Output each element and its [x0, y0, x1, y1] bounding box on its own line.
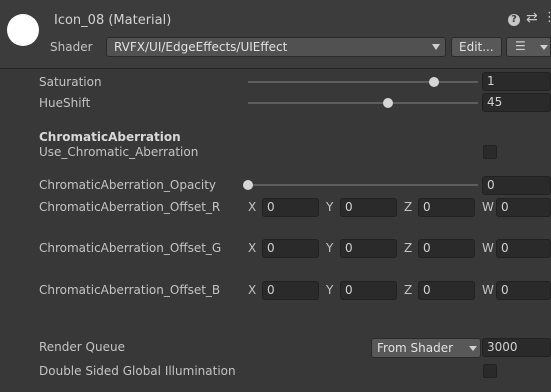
offset-b-y-input[interactable]: 0	[340, 281, 397, 300]
hueshift-slider-track[interactable]	[248, 102, 478, 104]
offset-r-y-label: Y	[326, 200, 334, 214]
offset-b-w-label: W	[482, 283, 494, 297]
presets-icon[interactable]: ⇄	[526, 10, 538, 26]
hueshift-label: HueShift	[39, 96, 91, 110]
material-header: Icon_08 (Material) ? ⇄ ⋮ Shader RVFX/UI/…	[0, 0, 551, 69]
offset-b-z-input[interactable]: 0	[418, 281, 475, 300]
offset-g-z-input[interactable]: 0	[418, 239, 475, 258]
offset-g-w-input[interactable]: 0	[496, 239, 551, 258]
render-queue-label: Render Queue	[39, 340, 125, 354]
edit-button-label: Edit...	[459, 40, 494, 54]
saturation-input[interactable]: 1	[482, 72, 551, 91]
saturation-slider-thumb[interactable]	[429, 77, 440, 87]
offset-r-y-input[interactable]: 0	[340, 198, 397, 217]
double-sided-gi-label: Double Sided Global Illumination	[39, 364, 236, 378]
offset-r-z-input[interactable]: 0	[418, 198, 475, 217]
chromatic-section-header: ChromaticAberration	[39, 130, 181, 144]
offset-g-label: ChromaticAberration_Offset_G	[39, 241, 222, 255]
opacity-label: ChromaticAberration_Opacity	[39, 178, 217, 192]
material-title: Icon_08 (Material)	[54, 13, 172, 28]
help-icon[interactable]: ?	[508, 14, 520, 26]
hueshift-slider-thumb[interactable]	[383, 98, 394, 108]
shader-label: Shader	[50, 40, 93, 54]
offset-b-label: ChromaticAberration_Offset_B	[39, 283, 221, 297]
offset-r-label: ChromaticAberration_Offset_R	[39, 200, 221, 214]
opacity-slider-track[interactable]	[248, 184, 478, 186]
shader-dropdown[interactable]: RVFX/UI/EdgeEffects/UIEffect	[106, 37, 446, 57]
offset-b-w-input[interactable]: 0	[496, 281, 551, 300]
use-chromatic-checkbox[interactable]	[483, 145, 497, 159]
double-sided-gi-checkbox[interactable]	[483, 364, 497, 378]
offset-r-z-label: Z	[404, 200, 413, 214]
opacity-input[interactable]: 0	[482, 176, 551, 195]
more-options-icon[interactable]: ⋮	[543, 10, 551, 25]
list-icon: ☰	[515, 39, 526, 53]
chevron-down-icon	[469, 346, 477, 351]
saturation-slider-track[interactable]	[248, 81, 478, 83]
chevron-down-icon	[432, 44, 440, 50]
render-queue-mode: From Shader	[377, 341, 454, 355]
offset-b-x-label: X	[248, 283, 257, 297]
offset-b-z-label: Z	[404, 283, 413, 297]
offset-r-w-input[interactable]: 0	[496, 198, 551, 217]
offset-b-x-input[interactable]: 0	[262, 281, 319, 300]
saturation-label: Saturation	[39, 75, 102, 89]
chevron-down-icon	[540, 45, 548, 50]
offset-g-z-label: Z	[404, 241, 413, 255]
use-chromatic-label: Use_Chromatic_Aberration	[39, 145, 199, 159]
hueshift-input[interactable]: 45	[482, 93, 551, 112]
material-preview-icon	[7, 14, 39, 46]
render-queue-input[interactable]: 3000	[482, 338, 551, 357]
offset-r-x-label: X	[248, 200, 257, 214]
render-queue-dropdown[interactable]: From Shader	[371, 338, 481, 358]
opacity-slider-thumb[interactable]	[243, 180, 253, 190]
offset-r-w-label: W	[482, 200, 494, 214]
offset-g-x-input[interactable]: 0	[262, 239, 319, 258]
offset-b-y-label: Y	[326, 283, 334, 297]
shader-options-button[interactable]: ☰	[506, 37, 551, 57]
offset-g-w-label: W	[482, 241, 494, 255]
shader-dropdown-value: RVFX/UI/EdgeEffects/UIEffect	[114, 40, 288, 54]
offset-r-x-input[interactable]: 0	[262, 198, 319, 217]
edit-shader-button[interactable]: Edit...	[451, 37, 502, 57]
offset-g-x-label: X	[248, 241, 257, 255]
offset-g-y-label: Y	[326, 241, 334, 255]
offset-g-y-input[interactable]: 0	[340, 239, 397, 258]
